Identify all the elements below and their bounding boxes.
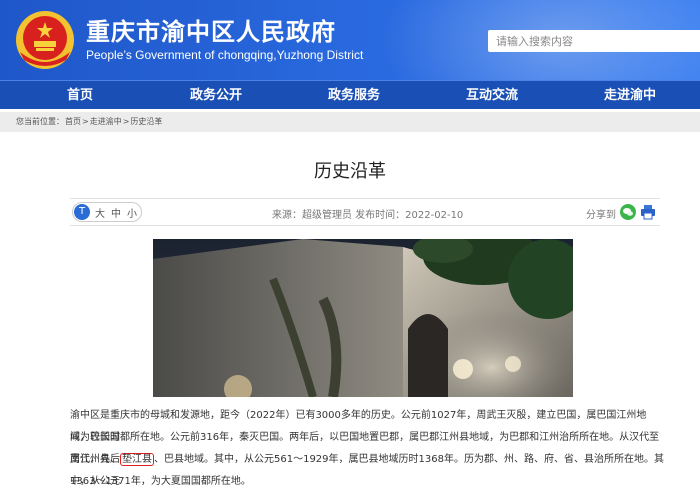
nav-interaction[interactable]: 互动交流 <box>442 81 542 110</box>
breadcrumb-about[interactable]: 走进渝中 <box>90 117 122 126</box>
font-size-icon: T <box>74 204 90 220</box>
breadcrumb-separator: > <box>82 117 89 126</box>
nav-home[interactable]: 首页 <box>30 81 130 110</box>
breadcrumb: 您当前位置：首页>走进渝中>历史沿革 <box>16 116 163 127</box>
text-fragment: 属江州县、 <box>70 454 120 465</box>
highlighted-term: 垫江县 <box>120 453 154 466</box>
breadcrumb-prefix: 您当前位置： <box>16 117 64 126</box>
site-header: 重庆市渝中区人民政府 People’s Government of chongq… <box>0 0 700 80</box>
breadcrumb-separator: > <box>122 117 130 126</box>
article-source-and-date: 来源：超级管理员 发布时间：2022-02-10 <box>272 210 464 221</box>
nav-government-services[interactable]: 政务服务 <box>304 81 404 110</box>
breadcrumb-home[interactable]: 首页 <box>65 117 81 126</box>
national-emblem-icon <box>16 11 74 69</box>
main-nav: 首页 政务公开 政务服务 互动交流 走进渝中 <box>0 80 700 109</box>
nav-about-yuzhong[interactable]: 走进渝中 <box>580 81 680 110</box>
article-photo <box>153 239 573 397</box>
nav-government-affairs[interactable]: 政务公开 <box>166 81 266 110</box>
font-size-medium[interactable]: 中 <box>111 205 121 220</box>
print-icon[interactable] <box>640 204 656 220</box>
share-label: 分享到 <box>586 210 616 221</box>
font-size-small[interactable]: 小 <box>127 205 137 220</box>
font-size-large[interactable]: 大 <box>95 205 105 220</box>
wechat-icon[interactable] <box>620 204 636 220</box>
site-subtitle: People’s Government of chongqing,Yuzhong… <box>86 48 364 62</box>
search-input[interactable] <box>488 30 700 52</box>
breadcrumb-current: 历史沿革 <box>130 117 163 126</box>
site-title: 重庆市渝中区人民政府 <box>86 18 336 46</box>
page-title: 历史沿革 <box>314 161 386 182</box>
article-paragraph-line: 1363～1371年，为大夏国国都所在地。 <box>70 476 251 487</box>
